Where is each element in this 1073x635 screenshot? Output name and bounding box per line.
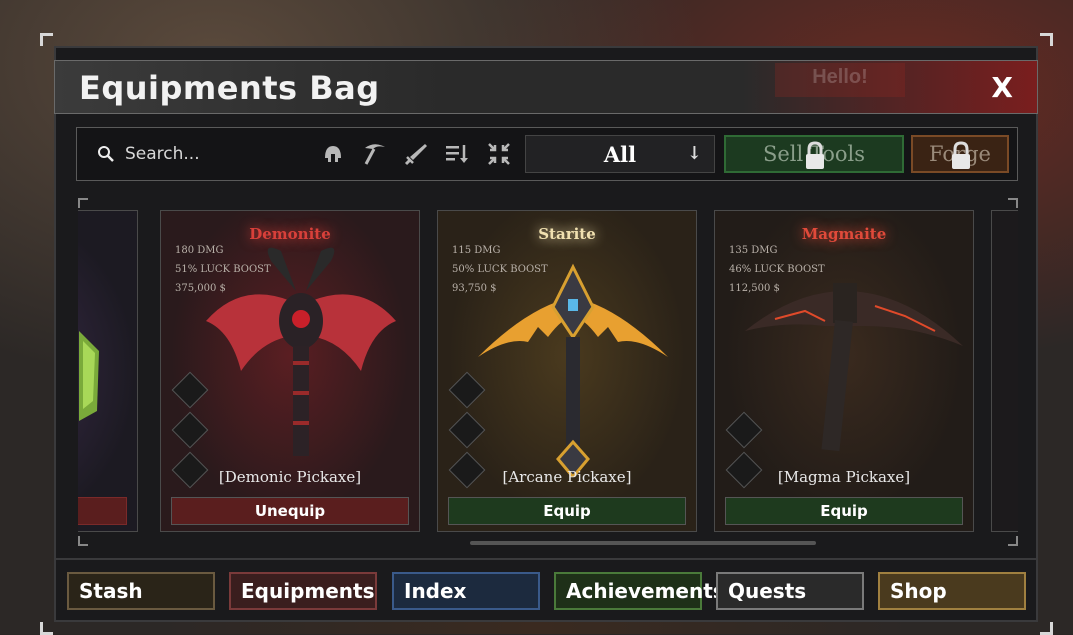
frame-corner [1040, 33, 1053, 46]
search-icon [98, 146, 114, 162]
lock-icon [806, 141, 824, 169]
magma-pickaxe-image [745, 283, 963, 452]
frame-corner [1040, 622, 1053, 635]
toolbar: All ↓ Sell Tools Forge [76, 127, 1018, 181]
tab-achievements[interactable]: Achievements [554, 572, 725, 610]
tab-equipments[interactable]: Equipments [229, 572, 377, 610]
damage-stat: 135 DMG [729, 245, 778, 256]
sword-icon[interactable] [402, 140, 430, 168]
equipment-card-partial[interactable] [78, 210, 138, 532]
close-button[interactable]: X [991, 71, 1013, 104]
helmet-icon[interactable] [319, 140, 347, 168]
ore-name: Starite [538, 225, 596, 243]
equip-button[interactable]: Equip [725, 497, 963, 525]
frame-corner [40, 33, 53, 46]
pickaxe-icon[interactable] [361, 140, 389, 168]
pickaxe-image [79, 331, 99, 421]
equipment-card[interactable]: Starite 115 DMG 50% LUCK BOOST 93,750 $ … [437, 210, 697, 532]
forge-button[interactable]: Forge [911, 135, 1009, 173]
tool-name: [Arcane Pickaxe] [502, 468, 632, 486]
carousel-corner [1008, 536, 1018, 546]
window-title: Equipments Bag [79, 69, 380, 107]
equipment-carousel[interactable]: Demonite 180 DMG 51% LUCK BOOST 375,000 … [78, 198, 1018, 546]
filter-value: All [603, 141, 637, 167]
arcane-pickaxe-image [478, 263, 668, 477]
ore-name: Magmaite [801, 225, 887, 243]
equipment-card[interactable]: Magmaite 135 DMG 46% LUCK BOOST 112,500 … [714, 210, 974, 532]
tab-stash[interactable]: Stash [67, 572, 215, 610]
carousel-corner [1008, 198, 1018, 208]
demonic-pickaxe-image [206, 247, 396, 456]
tab-index[interactable]: Index [392, 572, 540, 610]
partial-card-button[interactable] [78, 497, 127, 525]
carousel-scrollbar[interactable] [470, 541, 816, 545]
category-filter-select[interactable]: All ↓ [525, 135, 715, 173]
frame-corner [40, 622, 53, 635]
lock-icon [952, 141, 970, 169]
tool-name: [Magma Pickaxe] [777, 468, 911, 486]
equipment-card-partial[interactable] [991, 210, 1018, 532]
bottom-tab-bar: Stash Equipments Index Achievements Ques… [54, 558, 1038, 624]
sort-icon[interactable] [443, 140, 471, 168]
sell-tools-button[interactable]: Sell Tools [724, 135, 904, 173]
unequip-button[interactable]: Unequip [171, 497, 409, 525]
collapse-icon[interactable] [485, 140, 513, 168]
search-box[interactable] [87, 135, 307, 173]
chevron-down-icon: ↓ [686, 143, 702, 164]
tab-shop[interactable]: Shop [878, 572, 1026, 610]
equipment-card[interactable]: Demonite 180 DMG 51% LUCK BOOST 375,000 … [160, 210, 420, 532]
carousel-corner [78, 198, 88, 208]
carousel-corner [78, 536, 88, 546]
window-header: Equipments Bag Hello! X [54, 60, 1038, 114]
background-hello-text: Hello! [775, 63, 905, 97]
search-input[interactable] [123, 143, 307, 165]
tab-quests[interactable]: Quests [716, 572, 864, 610]
tool-name: [Demonic Pickaxe] [218, 468, 362, 486]
equip-button[interactable]: Equip [448, 497, 686, 525]
